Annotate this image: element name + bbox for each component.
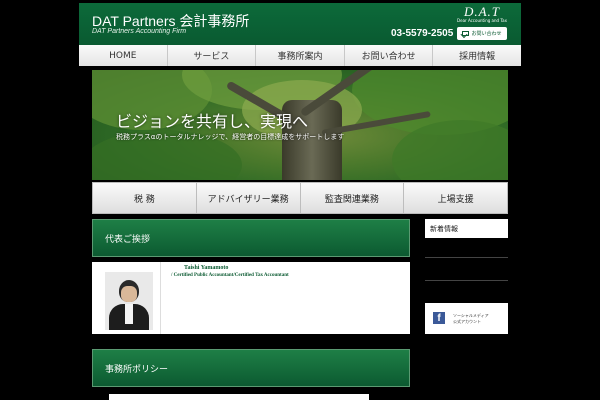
social-media-panel[interactable]: f ソーシャルメディア 公式アカウント	[425, 303, 508, 334]
contact-button[interactable]: お問い合わせ	[457, 27, 507, 40]
photo-face	[121, 286, 137, 302]
service-advisory[interactable]: アドバイザリー業務	[197, 183, 301, 213]
policy-content	[109, 394, 369, 400]
services-bar: 税 務 アドバイザリー業務 監査関連業務 上場支援	[92, 182, 508, 214]
social-media-text: ソーシャルメディア 公式アカウント	[453, 313, 489, 325]
logo-tagline: Dear Accounting and Tax	[457, 18, 507, 23]
mail-icon	[462, 31, 470, 36]
news-heading: 新着情報	[430, 225, 458, 233]
representative-profile[interactable]: Taishi Yamamoto / Certified Public Accou…	[92, 262, 410, 334]
nav-office[interactable]: 事務所案内	[256, 45, 345, 66]
representative-credential: / Certified Public Accountant/Certified …	[171, 273, 289, 278]
photo-shirt	[125, 304, 133, 324]
profile-divider	[160, 262, 161, 334]
dat-logo[interactable]: D.A.T Dear Accounting and Tax	[457, 5, 507, 25]
social-line-2: 公式アカウント	[453, 319, 481, 324]
main-nav: HOME サービス 事務所案内 お問い合わせ 採用情報	[79, 45, 521, 66]
representative-name: Taishi Yamamoto	[184, 265, 229, 271]
nav-services[interactable]: サービス	[168, 45, 257, 66]
hero-title: ビジョンを共有し、実現へ	[116, 112, 309, 131]
nav-home[interactable]: HOME	[79, 45, 168, 66]
service-audit[interactable]: 監査関連業務	[301, 183, 405, 213]
sidebar-divider	[425, 280, 508, 281]
hero-subtitle: 税務プラスαのトータルナレッジで、経営者の目標達成をサポートします	[116, 133, 345, 141]
service-ipo[interactable]: 上場支援	[404, 183, 507, 213]
policy-heading: 事務所ポリシー	[92, 349, 410, 387]
nav-contact[interactable]: お問い合わせ	[345, 45, 434, 66]
representative-heading: 代表ご挨拶	[92, 219, 410, 257]
site-header: DAT Partners 会計事務所 DAT Partners Accounti…	[79, 3, 521, 45]
nav-recruit[interactable]: 採用情報	[433, 45, 521, 66]
facebook-icon[interactable]: f	[433, 312, 445, 324]
phone-number[interactable]: 03-5579-2505	[391, 28, 453, 39]
logo-text: D.A.T	[463, 4, 501, 19]
site-subtitle: DAT Partners Accounting Firm	[92, 28, 187, 35]
sidebar-divider	[425, 257, 508, 258]
representative-photo	[105, 272, 153, 330]
contact-button-label: お問い合わせ	[471, 31, 502, 37]
service-tax[interactable]: 税 務	[93, 183, 197, 213]
news-panel[interactable]: 新着情報	[425, 219, 508, 238]
hero-banner: ビジョンを共有し、実現へ 税務プラスαのトータルナレッジで、経営者の目標達成をサ…	[92, 70, 508, 180]
